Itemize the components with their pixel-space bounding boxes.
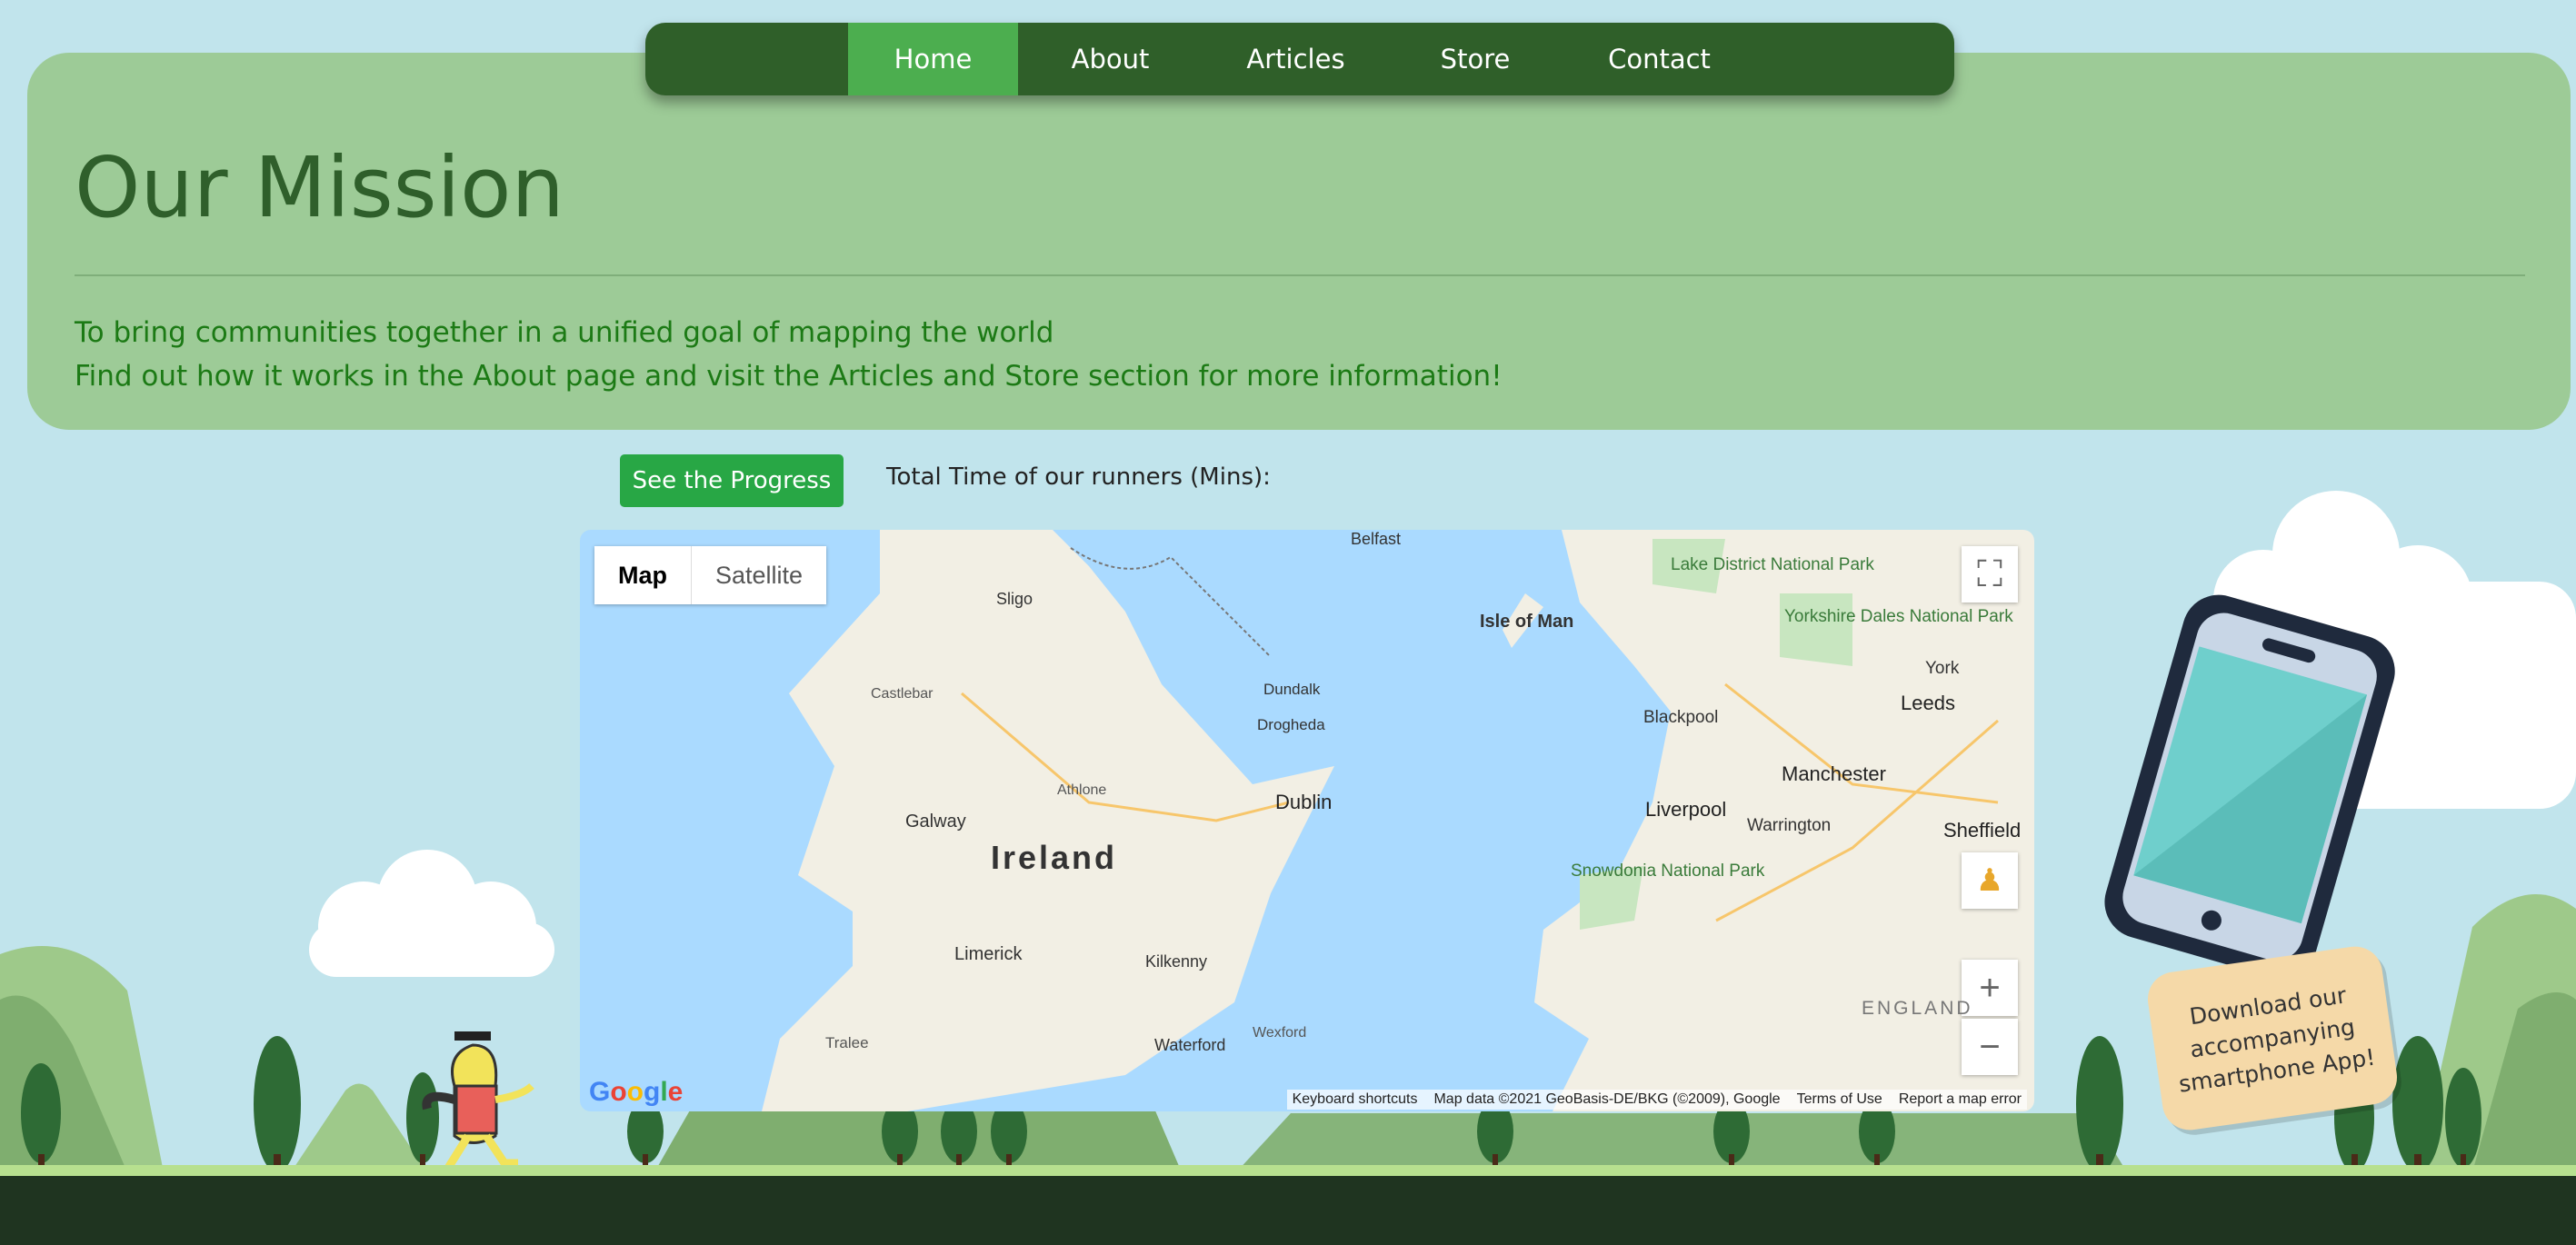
mission-text: To bring communities together in a unifi…	[75, 316, 1054, 349]
ground	[0, 1165, 2576, 1245]
nav-home[interactable]: Home	[848, 23, 1018, 95]
nav-contact[interactable]: Contact	[1562, 23, 1757, 95]
map-type-map-button[interactable]: Map	[594, 546, 692, 604]
tree	[254, 1036, 301, 1172]
map-label-drogheda: Drogheda	[1257, 716, 1325, 733]
divider	[75, 274, 2525, 276]
pegman-icon[interactable]: ♟	[1962, 852, 2018, 909]
grass-strip	[0, 1165, 2576, 1176]
page-title: Our Mission	[75, 139, 564, 236]
map-label-liverpool: Liverpool	[1645, 798, 1727, 821]
map-widget[interactable]: Map Satellite ⛶ ♟ + − Ireland Isle of Ma…	[580, 530, 2034, 1111]
map-label-warrington: Warrington	[1747, 816, 1832, 835]
map-label-york: York	[1925, 659, 1960, 678]
map-label-snowdonia: Snowdonia National Park	[1571, 862, 1765, 881]
map-label-wexford: Wexford	[1253, 1025, 1307, 1041]
map-label-ireland: Ireland	[991, 839, 1118, 876]
map-label-leeds: Leeds	[1901, 692, 1955, 714]
terms-of-use-link[interactable]: Terms of Use	[1797, 1091, 1882, 1108]
nav-store[interactable]: Store	[1389, 23, 1562, 95]
zoom-out-button[interactable]: −	[1962, 1019, 2018, 1075]
see-progress-button[interactable]: See the Progress	[620, 454, 844, 507]
map-label-castlebar: Castlebar	[871, 686, 934, 702]
google-logo: Google	[589, 1077, 684, 1107]
tree	[2392, 1036, 2443, 1172]
map-label-athlone: Athlone	[1057, 782, 1107, 798]
map-label-manchester: Manchester	[1782, 762, 1886, 785]
nav-about[interactable]: About	[1018, 23, 1203, 95]
map-label-sheffield: Sheffield	[1943, 819, 2022, 842]
main-nav: Home About Articles Store Contact	[645, 23, 1954, 95]
map-label-tralee: Tralee	[825, 1034, 869, 1051]
map-label-dublin: Dublin	[1275, 791, 1333, 813]
phone-illustration	[2104, 594, 2395, 979]
tree	[2076, 1036, 2123, 1172]
nav-articles[interactable]: Articles	[1203, 23, 1389, 95]
map-type-satellite-button[interactable]: Satellite	[692, 546, 826, 604]
map-label-dundalk: Dundalk	[1263, 681, 1321, 698]
download-app-badge[interactable]: Download our accompanying smartphone App…	[2144, 942, 2401, 1134]
map-data-attribution: Map data ©2021 GeoBasis-DE/BKG (©2009), …	[1433, 1091, 1781, 1107]
map-footer: Keyboard shortcuts Map data ©2021 GeoBas…	[1286, 1090, 2027, 1110]
map-label-isle-of-man: Isle of Man	[1480, 612, 1574, 632]
map-label-yorkshire: Yorkshire Dales National Park	[1784, 607, 2013, 626]
map-label-blackpool: Blackpool	[1643, 708, 1719, 727]
map-label-kilkenny: Kilkenny	[1145, 952, 1208, 971]
fullscreen-icon[interactable]: ⛶	[1962, 546, 2018, 603]
total-time-label: Total Time of our runners (Mins):	[886, 463, 1271, 491]
map-label-england: ENGLAND	[1862, 998, 1973, 1019]
map-label-lake-district: Lake District National Park	[1671, 555, 1874, 574]
map-label-waterford: Waterford	[1154, 1036, 1226, 1054]
mission-subtext: Find out how it works in the About page …	[75, 360, 1503, 393]
cloud	[309, 850, 554, 977]
map-label-galway: Galway	[905, 812, 966, 832]
mission-card: Our Mission To bring communities togethe…	[27, 53, 2571, 430]
map-label-belfast: Belfast	[1351, 530, 1402, 548]
report-map-error-link[interactable]: Report a map error	[1899, 1091, 2022, 1108]
map-label-sligo: Sligo	[996, 590, 1033, 608]
map-type-control: Map Satellite	[594, 546, 827, 604]
map-label-limerick: Limerick	[954, 944, 1023, 964]
keyboard-shortcuts-link[interactable]: Keyboard shortcuts	[1293, 1091, 1418, 1108]
